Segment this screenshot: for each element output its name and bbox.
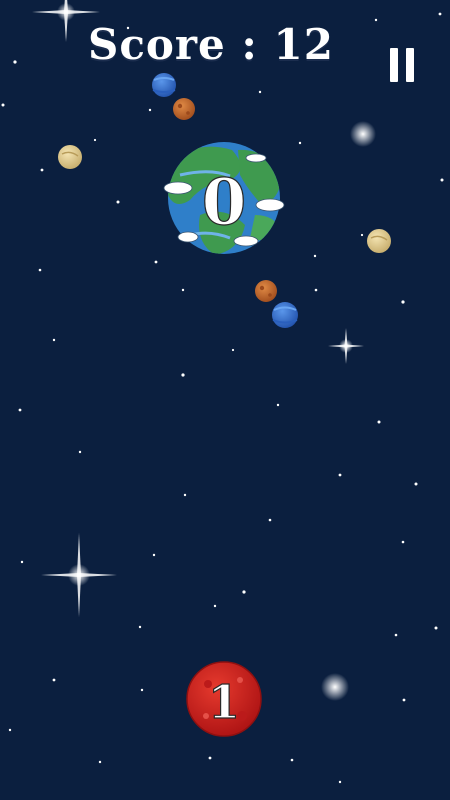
sparkle-star xyxy=(41,533,117,617)
mars-planet xyxy=(255,280,277,302)
venus-planet xyxy=(58,145,82,169)
earth-planet: 0 xyxy=(163,142,285,254)
target-planet-number: 0 xyxy=(202,165,247,240)
glow-star xyxy=(321,673,349,701)
player-planet-number: 1 xyxy=(208,675,240,729)
neptune-planet xyxy=(272,302,298,328)
player-planet[interactable]: 1 xyxy=(186,661,262,737)
score-label: Score : 12 xyxy=(88,20,334,69)
mars-planet xyxy=(173,98,195,120)
pause-button[interactable] xyxy=(387,48,417,84)
glow-star xyxy=(350,121,376,147)
sparkle-star xyxy=(328,328,364,364)
game-scene: 0 1 xyxy=(1,0,444,784)
neptune-planet xyxy=(152,73,176,97)
venus-planet xyxy=(367,229,391,253)
